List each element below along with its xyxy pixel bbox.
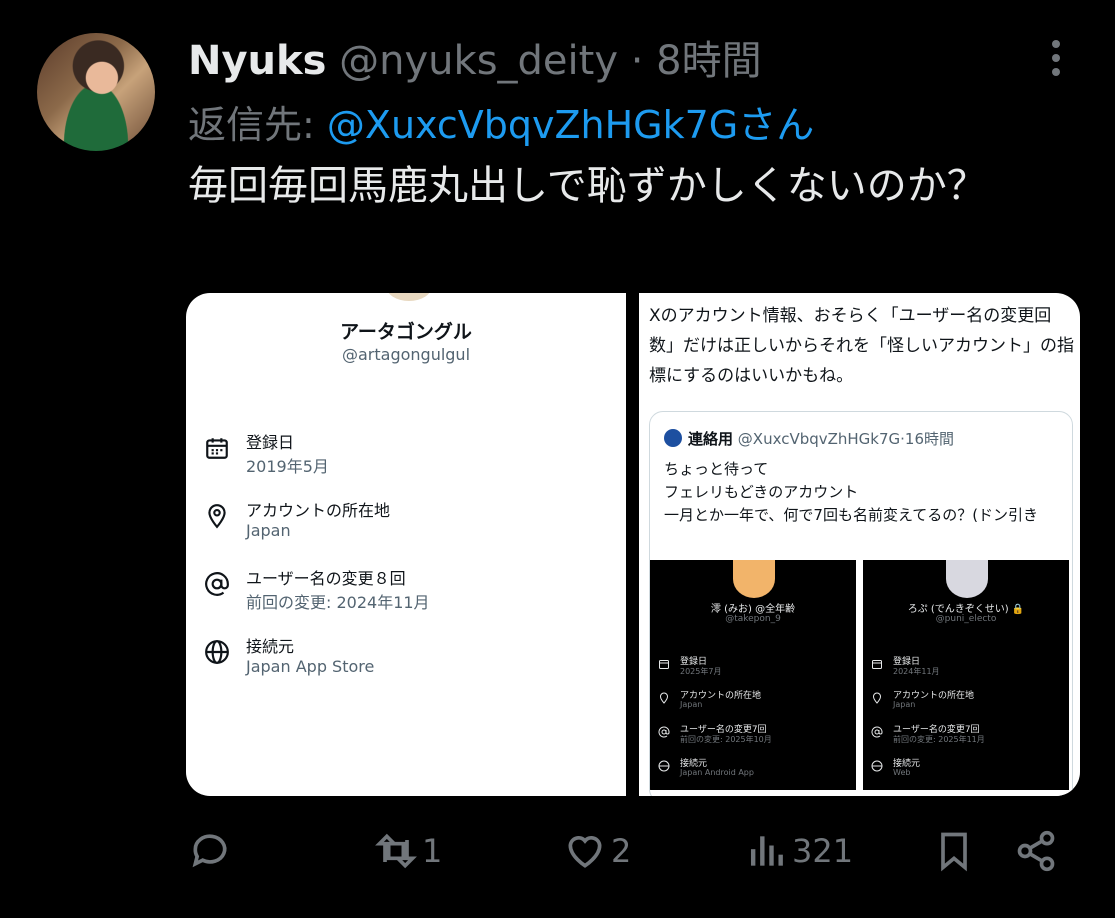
display-name[interactable]: Nyuks [188, 38, 326, 84]
quote-header: 連絡用 @XuxcVbqvZhHGk7G·16時間 [664, 428, 954, 449]
card-avatar [946, 560, 988, 598]
quote-line: ちょっと待って [664, 460, 769, 478]
card-row-value: Japan [893, 700, 916, 709]
quote-text: ちょっと待って フェレリもどきのアカウント 一月とか一年で、何で7回も名前変えて… [664, 458, 1064, 527]
reply-to-line: 返信先: @XuxcVbqvZhHGk7Gさん [188, 94, 814, 149]
info-value: 2019年5月 [246, 457, 329, 476]
card-handle: @takepon_9 [725, 614, 781, 624]
info-title: 接続元 [246, 637, 295, 656]
profile-name: アータゴングル [340, 321, 472, 343]
quote-line: 一月とか一年で、何で7回も名前変えてるの？(ドン引き [664, 506, 1039, 524]
action-bar: 1 2 321 [0, 828, 1115, 878]
card-avatar [733, 560, 775, 598]
card-name: ろぷ (でんきぞくせい) 🔒 [907, 604, 1025, 615]
info-title: ユーザー名の変更８回 [246, 569, 406, 588]
at-sign-icon [871, 726, 883, 738]
share-button[interactable] [1014, 828, 1058, 874]
quote-name: 連絡用 [688, 430, 734, 448]
tweet-text: 毎回毎回馬鹿丸出しで恥ずかしくないのか？ [188, 163, 987, 209]
at-sign-icon [205, 572, 229, 596]
card-handle: @puni_electo [935, 614, 997, 624]
card-row-value: 2024年11月 [893, 667, 940, 676]
location-pin-icon [659, 692, 669, 704]
globe-icon [658, 760, 670, 772]
location-pin-icon [208, 504, 226, 529]
card-row-value: Japan Android App [680, 768, 754, 777]
views-count: 321 [792, 832, 854, 870]
retweet-icon [375, 833, 417, 869]
calendar-icon [206, 438, 228, 459]
more-options-icon[interactable] [1045, 36, 1067, 80]
retweet-button[interactable]: 1 [374, 828, 442, 874]
like-button[interactable]: 2 [563, 828, 631, 874]
info-value: Japan App Store [246, 657, 375, 676]
handle[interactable]: @nyuks_deity [339, 38, 618, 84]
info-title: アカウントの所在地 [246, 501, 391, 520]
card-row-value: 2025年7月 [680, 667, 722, 676]
bookmark-button[interactable] [932, 828, 976, 874]
timestamp[interactable]: 8時間 [656, 38, 761, 84]
share-icon [1017, 830, 1055, 872]
quoted-post: 連絡用 @XuxcVbqvZhHGk7G·16時間 ちょっと待って フェレリもど… [649, 411, 1073, 796]
card-row-value: 前回の変更: 2025年11月 [893, 735, 985, 744]
retweet-count: 1 [422, 832, 443, 870]
info-value: 前回の変更: 2024年11月 [246, 593, 430, 612]
media-grid: アータゴングル @artagongulgul 登録日 2019年5月 アカウント… [186, 293, 1080, 796]
reply-icon [192, 834, 227, 868]
media-image-right[interactable]: Xのアカウント情報、おそらく「ユーザー名の変更回数」だけは正しいからそれを「怪し… [639, 293, 1080, 796]
card-name: 澪 (みお) @全年齢 [710, 604, 796, 615]
reply-prefix: 返信先: [188, 103, 315, 147]
info-value: Japan [246, 521, 291, 540]
calendar-icon [659, 660, 669, 669]
analytics-icon [750, 836, 783, 866]
screenshot-post-text: Xのアカウント情報、おそらく「ユーザー名の変更回数」だけは正しいからそれを「怪し… [649, 306, 1074, 386]
card-row-value: Web [893, 768, 911, 777]
separator: · [630, 38, 644, 84]
tweet-header: Nyuks @nyuks_deity · 8時間 [188, 28, 762, 86]
globe-icon [871, 760, 883, 772]
profile-handle: @artagongulgul [341, 345, 471, 364]
avatar[interactable] [37, 33, 155, 151]
profile-card-2: ろぷ (でんきぞくせい) 🔒 @puni_electo 登録日 2024年11月… [863, 560, 1069, 790]
reply-button[interactable] [188, 828, 236, 874]
reply-mention-link[interactable]: @XuxcVbqvZhHGk7Gさん [327, 103, 814, 147]
views-button[interactable]: 321 [744, 828, 853, 874]
heart-icon [568, 836, 602, 868]
profile-card-1: 澪 (みお) @全年齢 @takepon_9 登録日 2025年7月 アカウント… [650, 560, 856, 790]
like-count: 2 [611, 832, 632, 870]
card-row-value: Japan [680, 700, 703, 709]
at-sign-icon [658, 726, 670, 738]
quote-avatar-icon [664, 429, 682, 447]
calendar-icon [872, 660, 882, 669]
card-row-value: 前回の変更: 2025年10月 [680, 735, 772, 744]
quote-handle-time: @XuxcVbqvZhHGk7G·16時間 [737, 430, 955, 448]
globe-icon [205, 640, 229, 664]
bookmark-icon [941, 832, 967, 872]
quote-line: フェレリもどきのアカウント [664, 483, 859, 501]
location-pin-icon [872, 692, 882, 704]
info-title: 登録日 [246, 433, 295, 452]
media-image-left[interactable]: アータゴングル @artagongulgul 登録日 2019年5月 アカウント… [186, 293, 626, 796]
profile-avatar-peek [386, 293, 432, 301]
